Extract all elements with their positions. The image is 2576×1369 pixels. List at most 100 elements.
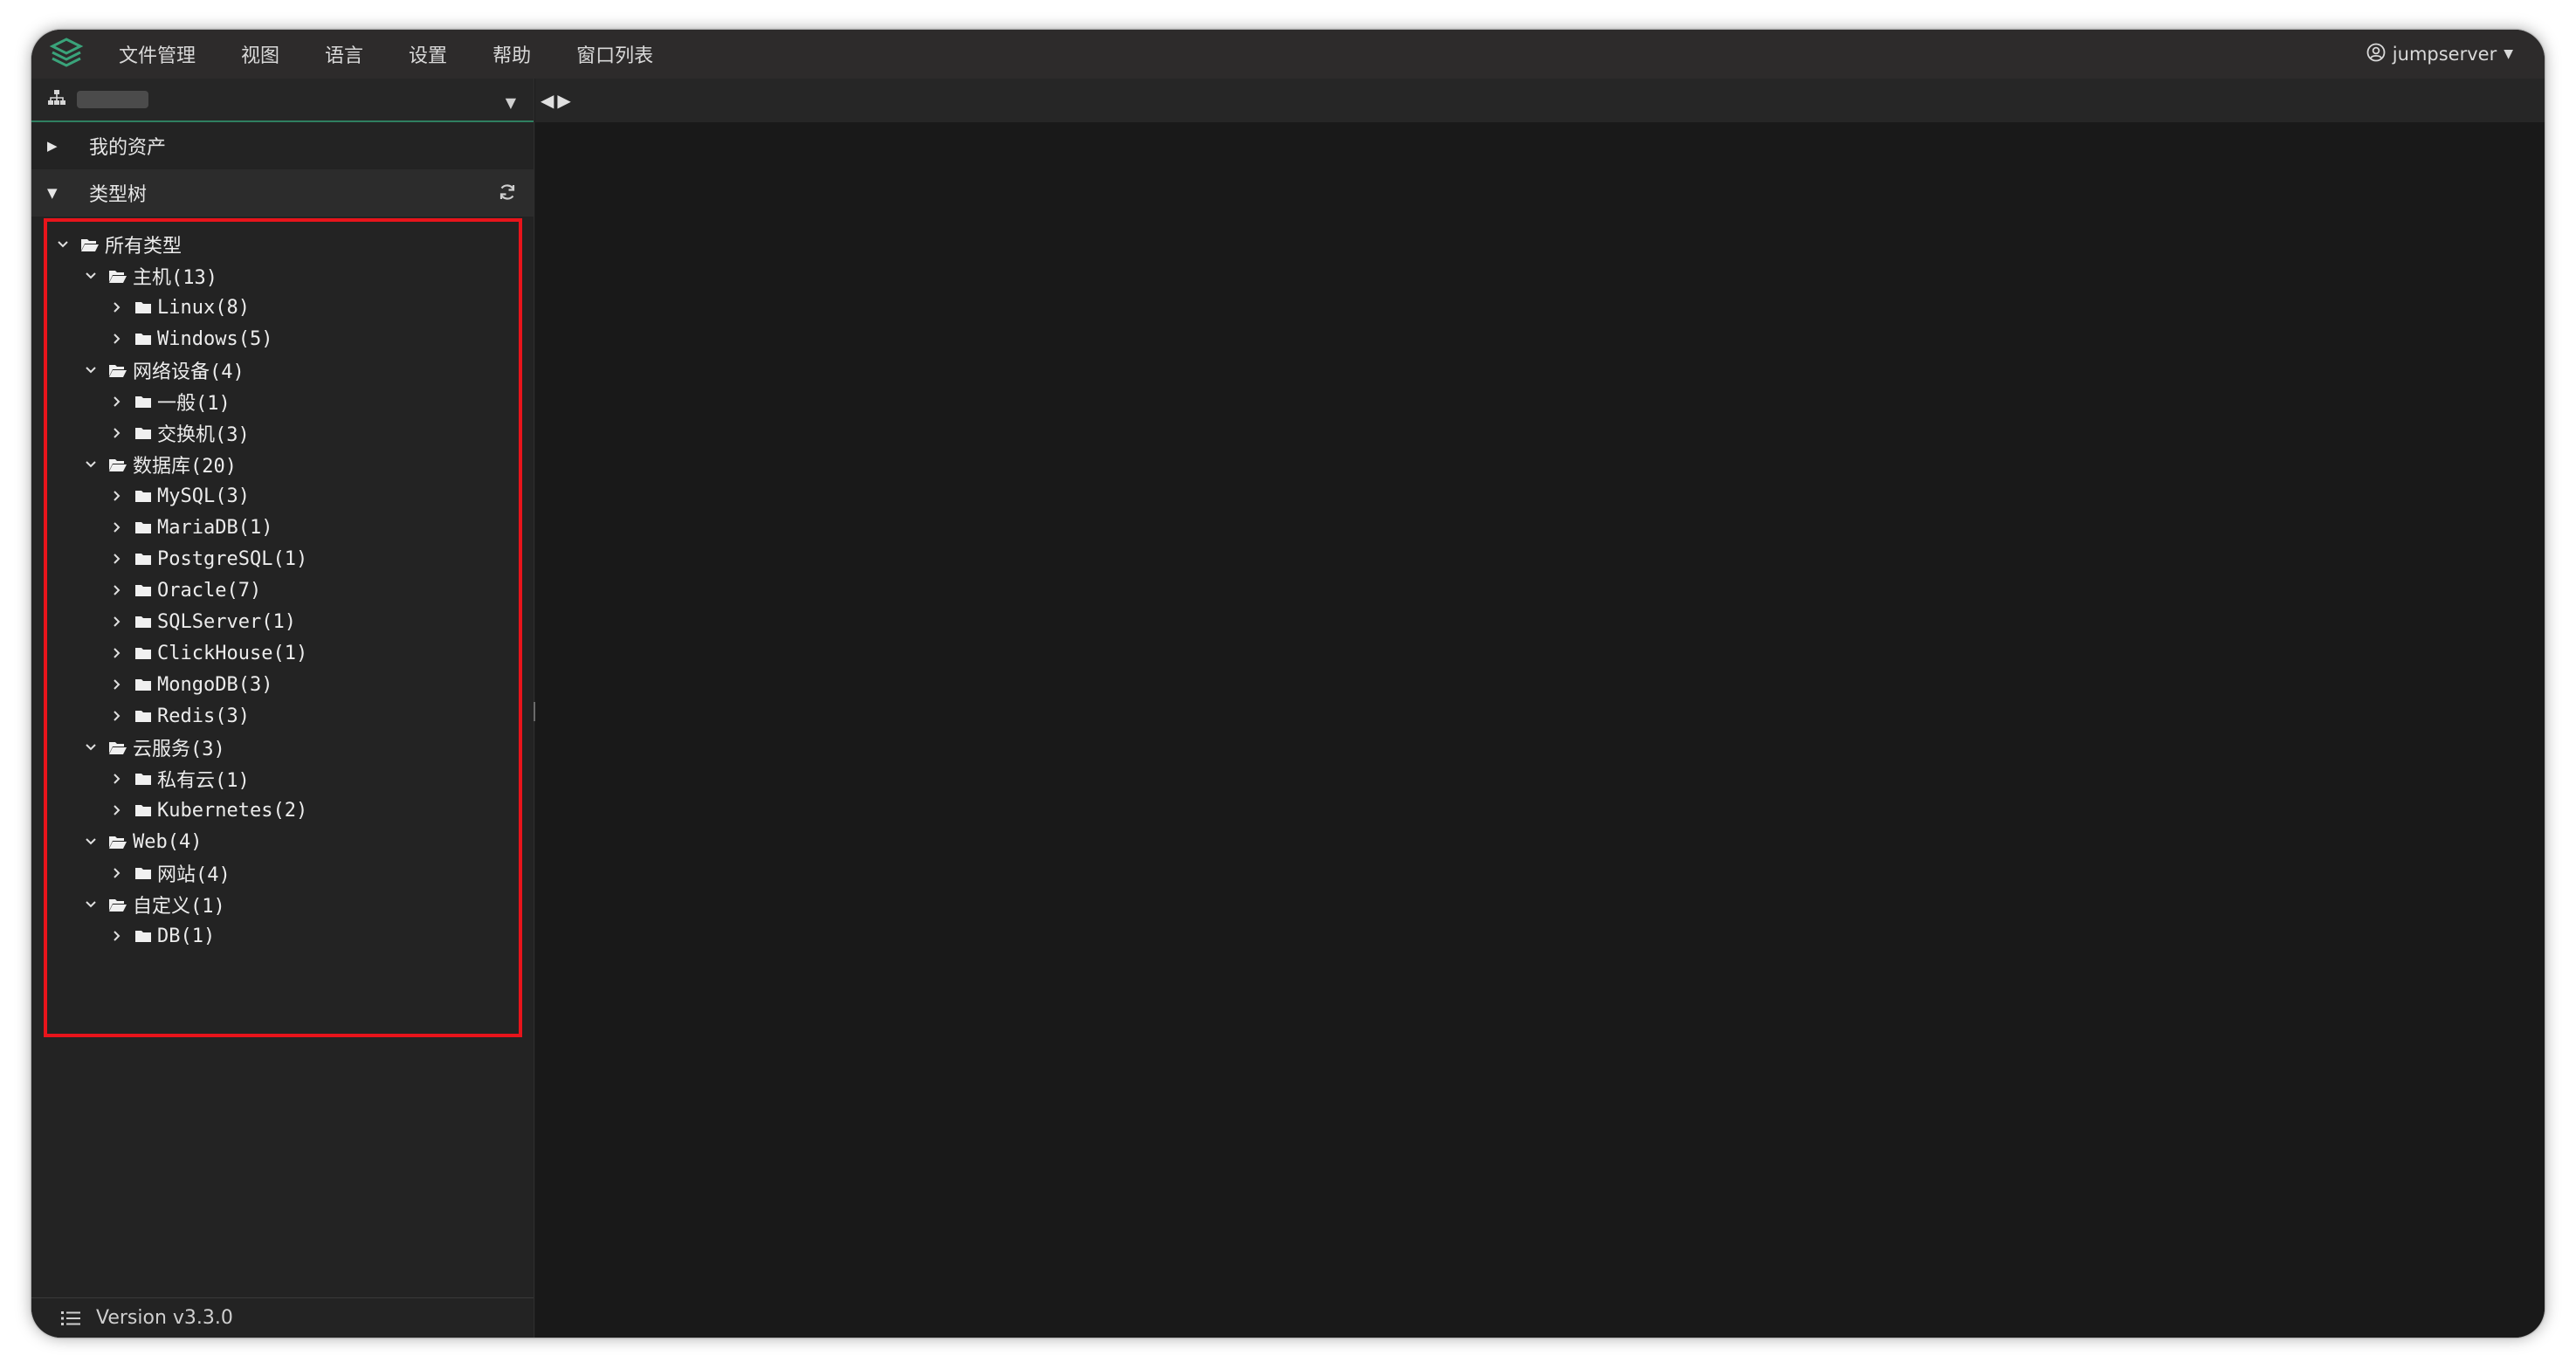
tree-node[interactable]: Kubernetes(2) <box>54 795 534 826</box>
chevron-down-icon[interactable] <box>82 837 100 846</box>
tree-node-label: 一般(1) <box>157 393 231 415</box>
user-circle-icon <box>2366 43 2386 66</box>
tree-node-label: SQLServer(1) <box>157 610 296 633</box>
tree-node-label: Redis(3) <box>157 705 250 727</box>
chevron-right-icon[interactable] <box>108 490 126 502</box>
chevron-right-icon[interactable] <box>108 773 126 785</box>
tree-node[interactable]: 自定义(1) <box>54 889 534 920</box>
chevron-right-icon[interactable] <box>108 396 126 408</box>
tree-node[interactable]: Linux(8) <box>54 292 534 323</box>
tree-node-label: Linux(8) <box>157 296 250 319</box>
tree-node[interactable]: ClickHouse(1) <box>54 637 534 669</box>
tree-node-label: MongoDB(3) <box>157 673 273 696</box>
sidebar: ▼ ▶ 我的资产 ▼ 类型树 所有类型主机(13) Linux(8) Windows… <box>31 79 534 1338</box>
chevron-right-icon[interactable] <box>108 333 126 345</box>
tree-node-label: 网络设备(4) <box>133 361 245 383</box>
tree-node[interactable]: Windows(5) <box>54 323 534 354</box>
tree-node[interactable]: Redis(3) <box>54 700 534 732</box>
tree-node-label: 网站(4) <box>157 864 231 886</box>
folder-icon <box>134 332 152 346</box>
user-menu[interactable]: jumpserver ▼ <box>2366 30 2513 79</box>
chevron-right-icon[interactable] <box>108 521 126 533</box>
folder-icon <box>134 929 152 943</box>
menubar: 文件管理 视图 语言 设置 帮助 窗口列表 jumpserver ▼ <box>31 30 2545 79</box>
chevron-right-icon[interactable] <box>108 553 126 565</box>
org-name-redacted <box>77 91 148 108</box>
section-my-assets[interactable]: ▶ 我的资产 <box>31 122 534 169</box>
chevron-right-icon[interactable] <box>108 584 126 596</box>
user-name: jumpserver <box>2392 44 2497 65</box>
tree-node-label: 私有云(1) <box>157 770 250 792</box>
tree-node[interactable]: MongoDB(3) <box>54 669 534 700</box>
chevron-down-icon[interactable] <box>82 900 100 909</box>
tree-node[interactable]: MariaDB(1) <box>54 512 534 543</box>
folder-icon <box>134 678 152 691</box>
tree-node[interactable]: PostgreSQL(1) <box>54 543 534 574</box>
tree-node-label: Web(4) <box>133 830 203 853</box>
folder-open-icon <box>108 362 127 378</box>
asset-type-tree: 所有类型主机(13) Linux(8) Windows(5) 网络设备(4) 一般(1)… <box>31 217 534 952</box>
chevron-down-icon[interactable] <box>82 743 100 752</box>
chevron-right-icon[interactable] <box>108 427 126 439</box>
menu-settings[interactable]: 设置 <box>409 40 447 68</box>
chevron-right-icon[interactable] <box>108 930 126 942</box>
tab-bar: ◀ ▶ <box>535 79 2545 122</box>
chevron-down-icon[interactable] <box>82 272 100 280</box>
menu-language[interactable]: 语言 <box>325 40 363 68</box>
tree-node[interactable]: 网站(4) <box>54 857 534 889</box>
version-text: Version v3.3.0 <box>96 1307 233 1329</box>
chevron-right-icon[interactable] <box>108 804 126 816</box>
tree-node[interactable]: Oracle(7) <box>54 574 534 606</box>
chevron-down-icon[interactable] <box>82 366 100 375</box>
tree-node[interactable]: 网络设备(4) <box>54 354 534 386</box>
tree-node[interactable]: DB(1) <box>54 920 534 952</box>
version-footer[interactable]: Version v3.3.0 <box>31 1297 534 1338</box>
tree-node-label: 自定义(1) <box>133 896 225 918</box>
tree-node[interactable]: 所有类型 <box>54 229 534 260</box>
tree-node[interactable]: Web(4) <box>54 826 534 857</box>
tree-node-label: PostgreSQL(1) <box>157 547 308 570</box>
folder-icon <box>134 709 152 723</box>
tree-node[interactable]: 交换机(3) <box>54 417 534 449</box>
main-pane: ◀ ▶ <box>535 79 2545 1338</box>
section-label: 类型树 <box>89 184 148 206</box>
chevron-right-icon[interactable] <box>108 678 126 691</box>
caret-down-icon[interactable]: ▼ <box>506 94 516 111</box>
folder-icon <box>134 489 152 503</box>
menu-window-list[interactable]: 窗口列表 <box>576 40 653 68</box>
folder-open-icon <box>108 457 127 472</box>
chevron-right-icon[interactable] <box>108 867 126 879</box>
folder-icon <box>134 552 152 566</box>
chevron-down-icon[interactable] <box>82 460 100 469</box>
tree-node[interactable]: SQLServer(1) <box>54 606 534 637</box>
folder-icon <box>134 395 152 409</box>
folder-icon <box>134 646 152 660</box>
menu-help[interactable]: 帮助 <box>492 40 531 68</box>
menu-view[interactable]: 视图 <box>241 40 279 68</box>
menu-file-manager[interactable]: 文件管理 <box>119 40 196 68</box>
tree-node[interactable]: 主机(13) <box>54 260 534 292</box>
folder-icon <box>134 803 152 817</box>
tree-node[interactable]: 云服务(3) <box>54 732 534 763</box>
chevron-down-icon[interactable] <box>54 240 72 249</box>
chevron-right-icon[interactable] <box>108 710 126 722</box>
scroll-left-icon[interactable]: ◀ <box>541 90 554 111</box>
tree-node-label: 主机(13) <box>133 267 217 289</box>
tree-node[interactable]: 数据库(20) <box>54 449 534 480</box>
tree-node[interactable]: 私有云(1) <box>54 763 534 795</box>
refresh-icon[interactable] <box>497 182 518 208</box>
org-selector[interactable]: ▼ <box>31 79 534 122</box>
chevron-down-icon: ▼ <box>2504 47 2513 61</box>
section-type-tree[interactable]: ▼ 类型树 <box>31 169 534 217</box>
chevron-right-icon[interactable] <box>108 616 126 628</box>
scroll-right-icon[interactable]: ▶ <box>557 90 570 111</box>
tree-node-label: MySQL(3) <box>157 485 250 507</box>
chevron-right-icon[interactable] <box>108 301 126 313</box>
folder-icon <box>134 426 152 440</box>
chevron-right-icon[interactable] <box>108 647 126 659</box>
tree-node[interactable]: 一般(1) <box>54 386 534 417</box>
tree-node-label: DB(1) <box>157 925 216 947</box>
jumpserver-logo-icon[interactable] <box>44 31 89 77</box>
tree-node[interactable]: MySQL(3) <box>54 480 534 512</box>
folder-icon <box>134 520 152 534</box>
